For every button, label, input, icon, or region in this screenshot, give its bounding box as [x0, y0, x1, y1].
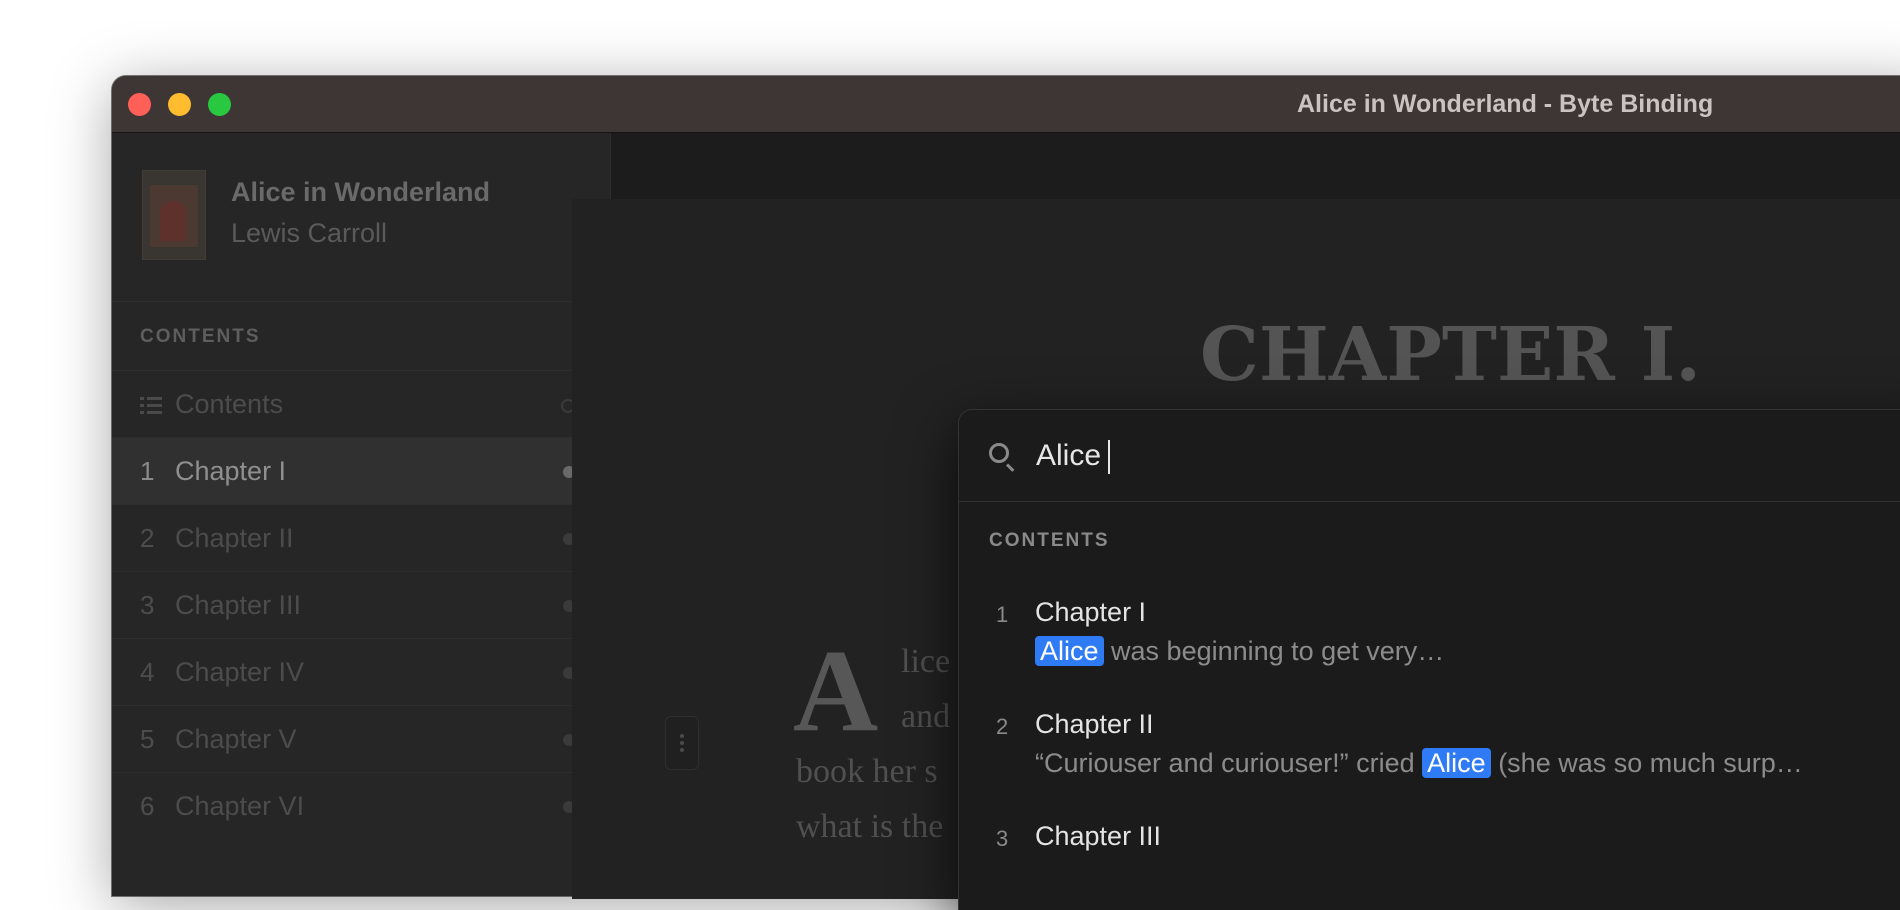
- result-snippet: “Curiouser and curiouser!” cried Alice (…: [1035, 748, 1803, 778]
- minimize-window-button[interactable]: [168, 93, 191, 116]
- sidebar-item-label: Chapter VI: [175, 791, 305, 821]
- book-cover-image: [142, 170, 206, 260]
- text-caret: [1108, 440, 1110, 474]
- result-chapter-number: 2: [996, 714, 1009, 739]
- close-window-button[interactable]: [128, 93, 151, 116]
- drop-cap: A: [793, 625, 879, 756]
- book-title: Alice in Wonderland: [231, 177, 491, 207]
- chapter-list: Contents 1 Chapter I 2 Chapter II 3 Chap…: [112, 370, 610, 839]
- sidebar-item-chapter-1[interactable]: 1 Chapter I: [112, 437, 610, 504]
- match-highlight: Alice: [1035, 636, 1104, 666]
- sidebar-item-label: Chapter IV: [175, 657, 305, 687]
- book-author: Lewis Carroll: [231, 218, 388, 248]
- sidebar-item-chapter-4[interactable]: 4 Chapter IV: [112, 638, 610, 705]
- result-title: Chapter I: [1035, 597, 1147, 627]
- chapter-number: 2: [140, 523, 155, 553]
- search-popover: CONTENTS 1 Chapter I Alice was beginning…: [958, 409, 1900, 910]
- chapter-number: 6: [140, 791, 155, 821]
- chapter-number: 4: [140, 657, 155, 687]
- result-snippet: Alice was beginning to get very…: [1035, 636, 1444, 667]
- body-text-line: and: [901, 698, 951, 735]
- sidebar-item-label: Contents: [175, 389, 284, 419]
- zoom-window-button[interactable]: [208, 93, 231, 116]
- contents-section-label: CONTENTS: [140, 326, 261, 347]
- chapter-number: 1: [140, 456, 155, 486]
- result-chapter-number: 3: [996, 826, 1009, 851]
- sidebar-item-contents[interactable]: Contents: [112, 370, 610, 437]
- result-chapter-number: 1: [996, 602, 1009, 627]
- window-title: Alice in Wonderland - Byte Binding: [1297, 90, 1714, 118]
- sidebar: Alice in Wonderland Lewis Carroll CONTEN…: [112, 133, 611, 896]
- chapter-heading: CHAPTER I.: [1200, 312, 1701, 398]
- body-text-line: what is the: [796, 808, 944, 845]
- search-input[interactable]: [1036, 434, 1636, 478]
- sidebar-resize-handle[interactable]: [665, 716, 699, 770]
- sidebar-item-chapter-5[interactable]: 5 Chapter V: [112, 705, 610, 772]
- sidebar-item-chapter-6[interactable]: 6 Chapter VI: [112, 772, 610, 839]
- chapter-number: 3: [140, 590, 155, 620]
- search-result[interactable]: 2 Chapter II “Curiouser and curiouser!” …: [959, 696, 1900, 796]
- sidebar-item-label: Chapter V: [175, 724, 297, 754]
- book-header[interactable]: Alice in Wonderland Lewis Carroll: [112, 133, 610, 302]
- sidebar-item-chapter-3[interactable]: 3 Chapter III: [112, 571, 610, 638]
- result-title: Chapter II: [1035, 709, 1154, 739]
- search-result[interactable]: 1 Chapter I Alice was beginning to get v…: [959, 584, 1900, 684]
- body-text-line: book her s: [796, 753, 938, 790]
- sidebar-item-label: Chapter III: [175, 590, 302, 620]
- list-icon: [140, 396, 162, 414]
- search-bar: [959, 410, 1900, 502]
- sidebar-item-chapter-2[interactable]: 2 Chapter II: [112, 504, 610, 571]
- search-icon: [989, 443, 1009, 463]
- sidebar-item-label: Chapter I: [175, 456, 287, 486]
- results-section-label: CONTENTS: [989, 530, 1110, 551]
- chapter-number: 5: [140, 724, 155, 754]
- result-title: Chapter III: [1035, 821, 1162, 851]
- sidebar-item-label: Chapter II: [175, 523, 294, 553]
- match-highlight: Alice: [1422, 748, 1491, 778]
- title-bar[interactable]: Alice in Wonderland - Byte Binding: [112, 76, 1900, 133]
- body-text-line: lice: [901, 643, 951, 680]
- search-result[interactable]: 3 Chapter III: [959, 808, 1900, 908]
